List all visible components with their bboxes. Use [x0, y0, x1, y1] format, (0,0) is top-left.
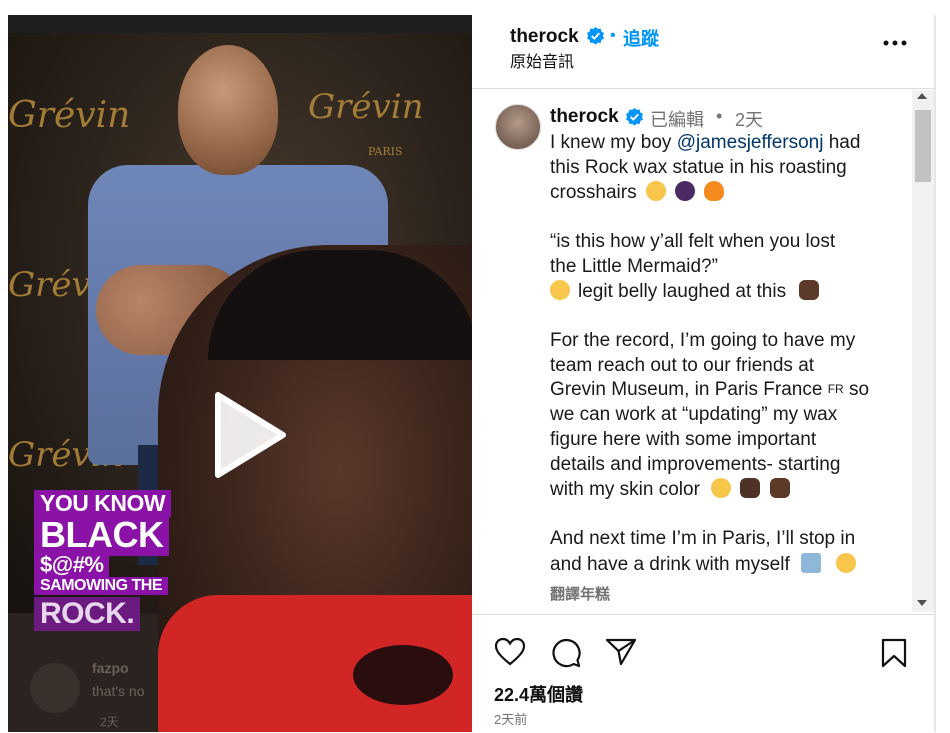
caption-line: “is this how y’all felt when you lost [550, 231, 836, 252]
fire-emoji-icon [704, 181, 725, 201]
backdrop-brand-text: Grévin [308, 87, 424, 127]
laughing-emoji-icon [645, 181, 666, 201]
statue-head [178, 45, 278, 175]
heart-icon[interactable] [494, 637, 526, 667]
fr-flag-icon: FR [827, 382, 844, 396]
more-horizontal-icon[interactable] [882, 39, 908, 47]
caption-line: crosshairs [550, 181, 725, 204]
video-caption-line-3: $@#% [34, 552, 110, 578]
caption-line: I knew my boy @jamesjeffersonj had [550, 132, 861, 153]
likes-count[interactable]: 22.4萬個讚 [494, 681, 583, 707]
ghost-comment: that's no [92, 683, 145, 699]
caption-line: this Rock wax statue in his roasting [550, 157, 847, 178]
see-translation-link[interactable]: 翻譯年糕 [550, 583, 610, 604]
rolling-laughing-emoji-icon [711, 478, 732, 498]
verified-badge-icon [626, 107, 643, 126]
reaction-mouth [353, 645, 453, 705]
send-icon[interactable] [605, 637, 637, 667]
video-caption-line-4: SAMOWING THE [34, 577, 168, 595]
verified-badge-icon [587, 26, 604, 45]
post-time[interactable]: 2天 [735, 106, 763, 132]
rolling-laughing-emoji-icon [550, 280, 570, 300]
ghost-avatar [30, 663, 80, 713]
caption-line: with my skin color [550, 478, 790, 501]
post-header: therock • 追蹤 原始音訊 [472, 15, 934, 89]
play-icon[interactable] [198, 385, 298, 485]
caption-line: and have a drink with myself [550, 553, 857, 576]
scroll-down-icon[interactable] [917, 600, 927, 606]
header-separator: • [610, 27, 616, 44]
follow-button[interactable]: 追蹤 [623, 25, 659, 51]
mention-link[interactable]: @jamesjeffersonj [677, 132, 824, 153]
ghost-username: fazpo [92, 660, 129, 676]
video-caption-line-2: BLACK [34, 514, 170, 556]
caption-line: the Little Mermaid?” [550, 256, 718, 277]
caption-line: Grevin Museum, in Paris France FR so [550, 379, 870, 400]
post-username[interactable]: therock [550, 106, 619, 128]
post-actions: 22.4萬個讚 2天前 [472, 614, 934, 733]
caption-line: figure here with some important [550, 429, 817, 450]
ghost-time: 2天 [100, 715, 119, 729]
meta-dot: • [716, 106, 723, 126]
scroll-up-icon[interactable] [917, 93, 927, 99]
backdrop-brand-text: Grévin [8, 95, 131, 136]
video-caption-line-5: ROCK. [34, 597, 141, 631]
sunset-emoji-icon [801, 553, 822, 573]
relieved-emoji-icon [836, 553, 857, 573]
caption-line: For the record, I’m going to have my [550, 330, 856, 351]
scrollbar-thumb[interactable] [915, 110, 931, 182]
header-username[interactable]: therock [510, 26, 579, 48]
panel-border [934, 15, 936, 732]
comment-icon[interactable] [550, 637, 582, 669]
pointing-up-emoji-icon [799, 280, 820, 300]
fist-emoji-icon [740, 478, 761, 498]
post-author-avatar[interactable] [495, 104, 541, 150]
edited-label: 已編輯 [650, 110, 704, 130]
caption-line: team reach out to our friends at [550, 355, 815, 376]
video-caption-line-1: YOU KNOW [34, 490, 172, 517]
reel-video[interactable]: Grévin Grévin Grévin Grévin PARIS fazpo … [8, 15, 472, 732]
audio-label[interactable]: 原始音訊 [510, 48, 574, 72]
caption-line: details and improvements- starting [550, 454, 841, 475]
caption-line: legit belly laughed at this [550, 280, 820, 303]
caption-line: And next time I’m in Paris, I’ll stop in [550, 528, 856, 549]
post-timestamp[interactable]: 2天前 [494, 709, 527, 728]
bookmark-icon[interactable] [880, 637, 908, 669]
flexed-biceps-emoji-icon [769, 478, 790, 498]
video-top-bar [8, 15, 472, 33]
caption-line: we can work at “updating” my wax [550, 404, 838, 425]
backdrop-brand-sub: PARIS [368, 145, 403, 158]
bomb-emoji-icon [675, 181, 696, 201]
